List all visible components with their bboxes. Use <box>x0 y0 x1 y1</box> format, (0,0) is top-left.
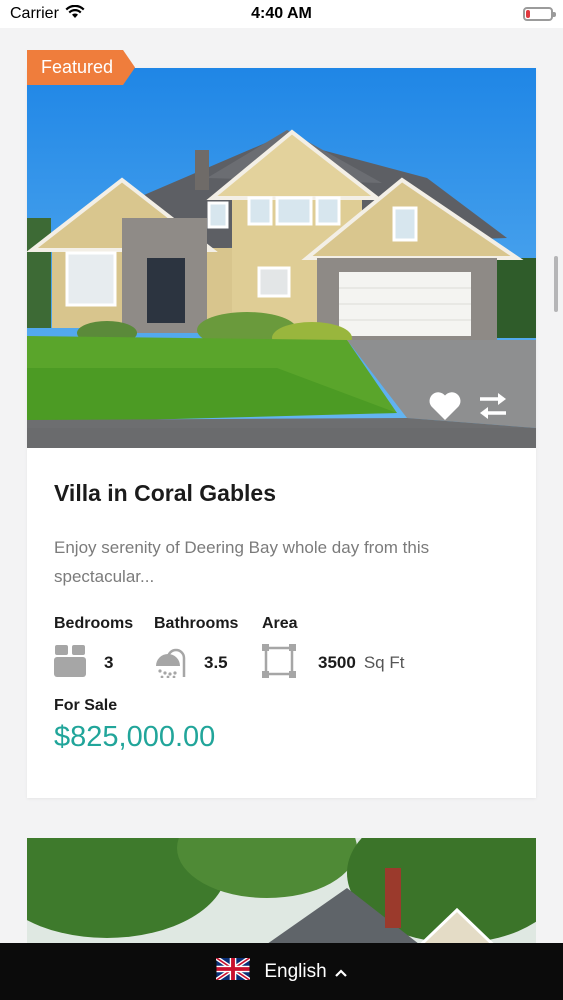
area-label: Area <box>262 615 298 632</box>
language-selector[interactable]: English <box>0 943 563 1000</box>
property-description: Enjoy serenity of Deering Bay whole day … <box>54 538 430 586</box>
area-unit: Sq Ft <box>363 653 405 672</box>
bedrooms-feature: 3 <box>54 644 154 682</box>
clock: 4:40 AM <box>251 5 312 22</box>
feature-labels: Bedrooms Bathrooms Area <box>54 615 509 633</box>
card-body: Villa in Coral Gables Enjoy serenity of … <box>27 448 536 754</box>
property-image[interactable] <box>27 68 536 448</box>
bedrooms-label: Bedrooms <box>54 615 134 632</box>
area-icon <box>262 643 296 683</box>
property-card[interactable]: Villa in Coral Gables Enjoy serenity of … <box>27 68 536 798</box>
wifi-icon <box>65 4 85 24</box>
property-image-2[interactable] <box>27 838 536 958</box>
carrier-info: Carrier <box>10 4 85 24</box>
status-bar: Carrier 4:40 AM <box>0 0 563 28</box>
image-actions <box>428 390 510 422</box>
language-label: English <box>264 960 327 982</box>
feature-values: 3 3.5 3500 Sq Ft <box>54 643 509 683</box>
chevron-up-icon <box>334 964 347 980</box>
bathrooms-feature: 3.5 <box>154 644 262 683</box>
bedrooms-value: 3 <box>104 653 114 672</box>
carrier-label: Carrier <box>10 5 59 22</box>
bathrooms-label: Bathrooms <box>154 615 239 632</box>
shower-icon <box>154 644 186 683</box>
listing-price: $825,000.00 <box>54 721 216 753</box>
compare-icon[interactable] <box>476 390 510 422</box>
bathrooms-value: 3.5 <box>204 653 228 672</box>
property-card-2[interactable] <box>27 838 536 958</box>
property-title[interactable]: Villa in Coral Gables <box>54 480 509 507</box>
area-value: 3500 <box>318 653 356 672</box>
bed-icon <box>54 644 86 682</box>
featured-badge: Featured <box>27 50 135 85</box>
area-feature: 3500 Sq Ft <box>262 643 405 683</box>
listing-status: For Sale <box>54 697 118 714</box>
uk-flag-icon <box>215 955 252 986</box>
heart-icon[interactable] <box>428 391 462 421</box>
battery-icon <box>523 7 556 21</box>
scroll-indicator[interactable] <box>554 256 558 312</box>
